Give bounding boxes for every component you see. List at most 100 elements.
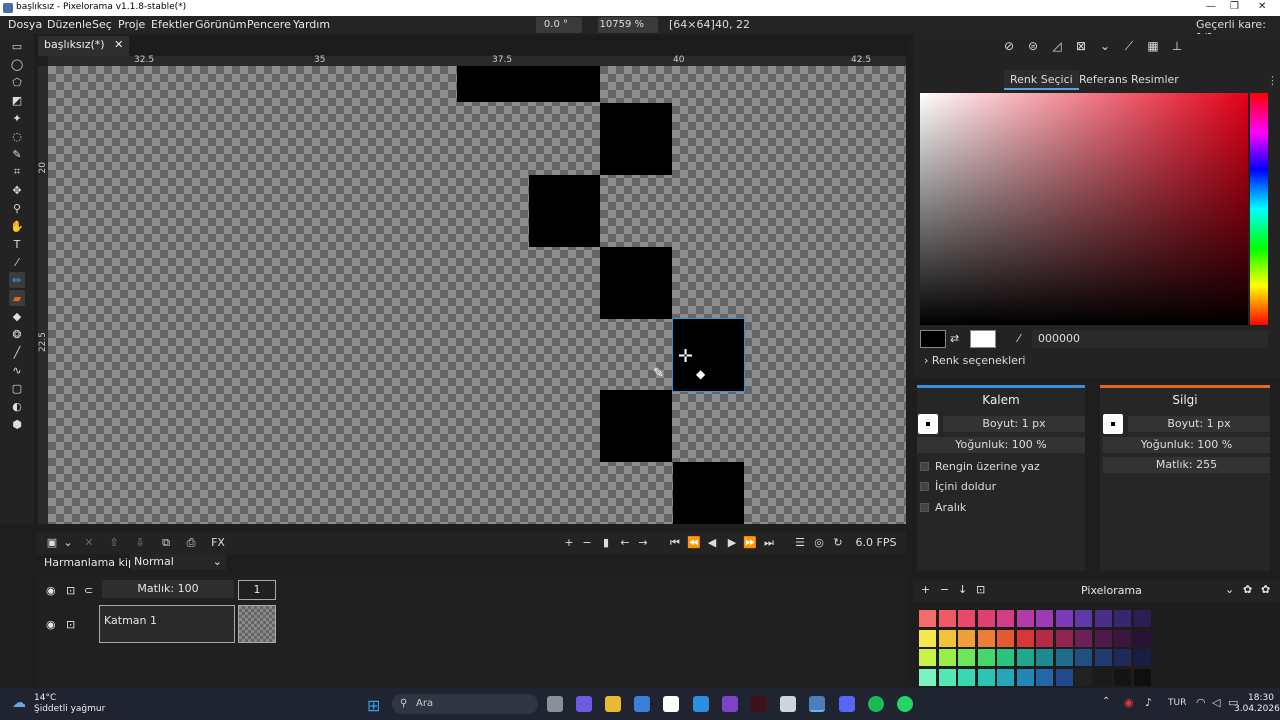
line-icon[interactable]: ╱: [9, 344, 25, 360]
chevron-down-icon[interactable]: ⌄: [60, 535, 76, 551]
palette-swatch[interactable]: [1036, 668, 1053, 686]
merge-layer-icon[interactable]: ⎙: [183, 535, 199, 551]
color-options-toggle[interactable]: › Renk seçenekleri: [924, 354, 1026, 367]
first-frame-icon[interactable]: ⏮: [667, 535, 683, 551]
palette-swatch[interactable]: [977, 629, 995, 647]
chevron-up-icon[interactable]: ⌃: [1102, 696, 1110, 707]
remove-frame-icon[interactable]: −: [579, 535, 595, 551]
alpha-lock-icon[interactable]: ⟋: [1121, 38, 1137, 54]
add-layer-icon[interactable]: ▣: [44, 535, 60, 551]
blend-mode-select[interactable]: Normal ⌄: [130, 554, 226, 570]
palette-swatch[interactable]: [997, 668, 1014, 686]
notepad-icon[interactable]: [663, 696, 679, 712]
secondary-color-swatch[interactable]: [970, 330, 996, 348]
minimize-icon[interactable]: —: [1206, 1, 1216, 12]
rotation-field[interactable]: 0.0 °: [536, 17, 582, 33]
eraser-density-field[interactable]: Yoğunluk: 100 %: [1103, 437, 1270, 453]
menu-effects[interactable]: Efektler: [151, 18, 194, 31]
palette-swatch[interactable]: [919, 610, 936, 627]
file-explorer-icon[interactable]: [605, 696, 621, 712]
copilot-icon[interactable]: [576, 696, 592, 712]
clock-date[interactable]: 3.04.2026: [1234, 704, 1280, 714]
unity-icon[interactable]: [780, 696, 796, 712]
palette-swatch[interactable]: [919, 668, 936, 686]
eraser-brush-button[interactable]: [1103, 414, 1123, 434]
crop-icon[interactable]: ⌗: [9, 164, 25, 180]
layer-opacity-field[interactable]: Matlık: 100: [102, 580, 234, 598]
menu-file[interactable]: Dosya: [8, 18, 42, 31]
palette-swatch[interactable]: [1036, 649, 1053, 666]
close-icon[interactable]: ✕: [1258, 1, 1266, 12]
palette-swatch[interactable]: [1016, 668, 1034, 686]
eraser-opacity-field[interactable]: Matlık: 255: [1103, 457, 1270, 473]
menu-help[interactable]: Yardım: [293, 18, 330, 31]
fps-field[interactable]: 6.0 FPS: [854, 535, 898, 551]
onion-skin-icon[interactable]: ◎: [811, 535, 827, 551]
mirror-v-icon[interactable]: ⊜: [1025, 38, 1041, 54]
menu-select[interactable]: Seç: [92, 18, 112, 31]
saturation-value-picker[interactable]: [920, 93, 1248, 325]
tray-app-icon[interactable]: ◉: [1124, 696, 1134, 709]
paint-select-icon[interactable]: ✎: [9, 146, 25, 162]
eye-icon[interactable]: ◉: [46, 584, 56, 597]
palette-swatch[interactable]: [1114, 668, 1131, 686]
palette-swatch[interactable]: [1094, 649, 1112, 666]
previous-frame-icon[interactable]: ◀: [704, 535, 720, 551]
layer-row[interactable]: Katman 1: [99, 605, 235, 643]
spotify-icon[interactable]: [868, 696, 884, 712]
search-box[interactable]: Ara ⚲: [392, 694, 538, 714]
weather-icon[interactable]: ☁: [12, 695, 26, 711]
layer-lock-icon[interactable]: ⊡: [66, 618, 75, 631]
palette-swatch[interactable]: [1055, 610, 1073, 627]
tab-color-picker[interactable]: Renk Seçici: [1004, 70, 1079, 90]
zoom-field[interactable]: 10759 %: [598, 17, 658, 33]
loop-icon[interactable]: ↻: [830, 535, 846, 551]
palette-swatch[interactable]: [938, 629, 956, 647]
pan-hand-icon[interactable]: ✋: [9, 218, 25, 234]
color-select-icon[interactable]: ◩: [9, 92, 25, 108]
palette-swatch[interactable]: [1094, 629, 1112, 647]
palette-swatch[interactable]: [958, 649, 975, 666]
rectangle-icon[interactable]: ▢: [9, 380, 25, 396]
palette-swatch[interactable]: [1036, 629, 1053, 647]
ellipse-select-icon[interactable]: ◯: [9, 56, 25, 72]
play-icon[interactable]: ▶: [724, 535, 740, 551]
maximize-icon[interactable]: ❐: [1230, 1, 1239, 12]
next-frame-icon[interactable]: ⏩: [742, 535, 758, 551]
palette-swatch[interactable]: [1075, 610, 1092, 627]
palette-swatch[interactable]: [997, 649, 1014, 666]
polygon-select-icon[interactable]: ⬠: [9, 74, 25, 90]
cel-thumbnail[interactable]: [238, 605, 276, 643]
palette-swatch[interactable]: [958, 610, 975, 627]
zoom-icon[interactable]: ⚲: [9, 200, 25, 216]
tab-close-icon[interactable]: ✕: [114, 38, 123, 51]
ellipse-icon[interactable]: ◐: [9, 398, 25, 414]
palette-swatch[interactable]: [1114, 649, 1131, 666]
palette-swatch[interactable]: [1055, 649, 1073, 666]
tab-reference-images[interactable]: Referans Resimler: [1073, 70, 1185, 90]
palette-swatch[interactable]: [1114, 610, 1131, 627]
add-frame-icon[interactable]: +: [561, 535, 577, 551]
palette-swatch[interactable]: [938, 668, 956, 686]
timeline-settings-icon[interactable]: ☰: [792, 535, 808, 551]
chevron-down-icon[interactable]: ⌄: [1097, 38, 1113, 54]
play-backwards-icon[interactable]: ⏪: [686, 535, 702, 551]
symmetry-icon[interactable]: ⊠: [1073, 38, 1089, 54]
primary-color-swatch[interactable]: [920, 330, 946, 348]
move-layer-down-icon[interactable]: ⇩: [132, 535, 148, 551]
volume-icon[interactable]: ◁: [1212, 696, 1220, 709]
move-layer-up-icon[interactable]: ⇧: [106, 535, 122, 551]
palette-swatch[interactable]: [919, 629, 936, 647]
clock-time[interactable]: 18:30: [1248, 693, 1274, 703]
mirror-h-icon[interactable]: ⊘: [1001, 38, 1017, 54]
hue-slider[interactable]: [1250, 93, 1268, 325]
palette-swatch[interactable]: [977, 668, 995, 686]
pencil-brush-button[interactable]: [918, 414, 938, 434]
palette-swatch[interactable]: [1133, 668, 1151, 686]
start-icon[interactable]: ⊞: [367, 696, 380, 715]
palette-swatch[interactable]: [1075, 668, 1092, 686]
pencil-density-field[interactable]: Yoğunluk: 100 %: [917, 437, 1085, 453]
bucket-icon[interactable]: ◆: [9, 308, 25, 324]
palette-swatch[interactable]: [997, 610, 1014, 627]
menu-view[interactable]: Görünüm: [195, 18, 246, 31]
